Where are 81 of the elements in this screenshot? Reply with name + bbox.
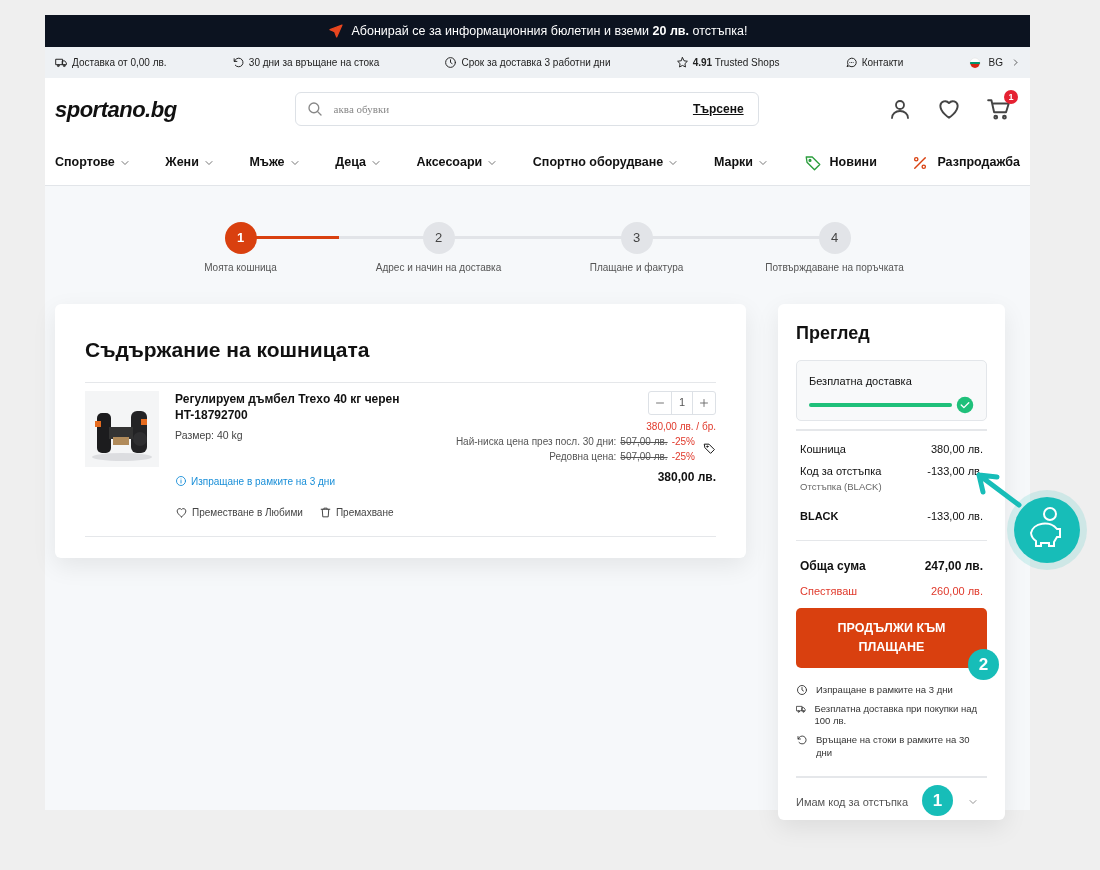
search-field[interactable]: аква обувки Търсене bbox=[294, 92, 759, 126]
user-icon[interactable] bbox=[888, 97, 912, 121]
discount-percent: -25% bbox=[671, 434, 695, 449]
unit-price: 380,00 лв. / бр. bbox=[646, 419, 716, 434]
price-label: Редовна цена: bbox=[549, 449, 617, 464]
summary-sublabel: Отстъпка (BLACK) bbox=[800, 479, 882, 494]
quantity-stepper[interactable]: 1 bbox=[648, 390, 716, 415]
flag-icon bbox=[968, 56, 981, 69]
step-marker: 1 bbox=[922, 784, 953, 816]
chat-icon bbox=[844, 56, 858, 69]
action-link[interactable]: Премахване bbox=[318, 504, 394, 520]
info-text: Доставка от 0,00 лв. bbox=[72, 56, 167, 70]
heart-icon bbox=[175, 505, 188, 519]
search-button[interactable]: Търсене bbox=[692, 100, 744, 118]
cart-count-badge: 1 bbox=[1004, 90, 1018, 104]
trash-icon bbox=[318, 505, 332, 519]
nav-link[interactable]: Марки bbox=[713, 153, 769, 172]
check-icon bbox=[956, 395, 974, 414]
tag-icon bbox=[703, 442, 716, 455]
nav-link[interactable]: Деца bbox=[335, 153, 382, 172]
total-value: 247,00 лв. bbox=[924, 558, 983, 576]
info-text: 30 дни за връщане на стока bbox=[248, 56, 380, 70]
undo-icon bbox=[231, 56, 245, 69]
free-delivery-label: Безплатна доставка bbox=[809, 374, 913, 389]
summary-value: -133,00 лв. bbox=[927, 508, 983, 524]
info-icon bbox=[175, 475, 187, 488]
info-text: Срок за доставка 3 работни дни bbox=[461, 56, 611, 70]
info-text: 4.91 Trusted Shops bbox=[692, 56, 780, 70]
info-text[interactable]: Контакти bbox=[861, 55, 904, 70]
nav-link[interactable]: Новини bbox=[803, 153, 877, 172]
step-label: Плащане и фактура bbox=[589, 261, 684, 275]
discount-percent: -25% bbox=[671, 449, 695, 464]
clock-icon bbox=[444, 56, 458, 69]
perk-text: Изпращане в рамките на 3 дни bbox=[816, 683, 953, 697]
summary-label: Кошница bbox=[800, 441, 846, 457]
summary-label: Код за отстъпка bbox=[800, 464, 882, 479]
step-label: Адрес и начин на доставка bbox=[375, 261, 502, 275]
quantity-field[interactable]: 1 bbox=[671, 391, 693, 414]
product-name[interactable]: Регулируем дъмбел Trexo 40 кг черен HT-18792700 bbox=[175, 390, 415, 425]
nav-link[interactable]: Разпродажба bbox=[911, 153, 1020, 172]
discount-code-toggle[interactable]: Имам код за отстъпка bbox=[796, 793, 909, 811]
old-price: 507,00 лв. bbox=[620, 449, 668, 464]
old-price: 507,00 лв. bbox=[620, 434, 668, 449]
step-number[interactable]: 3 bbox=[620, 222, 653, 254]
step-number[interactable]: 2 bbox=[422, 222, 455, 254]
clock-icon bbox=[796, 683, 808, 696]
nav-link[interactable]: Спортове bbox=[55, 153, 131, 172]
nav-link[interactable]: Спортно оборудване bbox=[532, 153, 680, 172]
step-label: Моята кошница bbox=[204, 261, 277, 275]
promo-text: Абонирай се за информационния бюлетин и вземи 20 лв. отстъпка! bbox=[351, 22, 748, 40]
shipping-note: Изпращане в рамките на 3 дни bbox=[191, 474, 335, 489]
language-selector[interactable]: BG bbox=[988, 55, 1003, 70]
summary-value: 380,00 лв. bbox=[930, 441, 983, 457]
tag-icon bbox=[803, 153, 822, 172]
truck-icon bbox=[55, 56, 68, 69]
total-label: Обща сума bbox=[800, 558, 866, 576]
step-number[interactable]: 1 bbox=[224, 222, 257, 254]
action-link[interactable]: Преместване в Любими bbox=[175, 504, 303, 520]
summary-label: BLACK bbox=[800, 508, 839, 524]
savings-value: 260,00 лв. bbox=[930, 584, 983, 600]
undo-icon bbox=[796, 734, 808, 747]
nav-link[interactable]: Жени bbox=[165, 153, 215, 172]
section-title: Съдържание на кошницата bbox=[85, 334, 716, 383]
perk-text: Безплатна доставка при покупки над 100 лв. bbox=[814, 702, 979, 729]
savings-label: Спестяваш bbox=[800, 584, 858, 600]
star-icon bbox=[675, 56, 689, 69]
step-marker: 2 bbox=[968, 648, 999, 680]
step-label: Потвърждаване на поръчката bbox=[765, 261, 904, 275]
item-total: 380,00 лв. bbox=[657, 468, 716, 486]
perk-text: Връщане на стоки в рамките на 30 дни bbox=[815, 734, 971, 760]
product-size: Размер: 40 kg bbox=[175, 428, 244, 444]
send-icon bbox=[327, 23, 344, 39]
price-label: Най-ниска цена през посл. 30 дни: bbox=[455, 434, 617, 449]
nav-link[interactable]: Мъже bbox=[249, 153, 301, 172]
plus-icon bbox=[698, 396, 710, 409]
search-icon bbox=[305, 100, 324, 118]
nav-link[interactable]: Аксесоари bbox=[416, 153, 499, 172]
summary-title: Преглед bbox=[796, 322, 871, 345]
logo[interactable]: sportano.bg bbox=[55, 92, 177, 126]
cart-icon[interactable] bbox=[986, 96, 1012, 122]
step-number[interactable]: 4 bbox=[818, 222, 851, 254]
